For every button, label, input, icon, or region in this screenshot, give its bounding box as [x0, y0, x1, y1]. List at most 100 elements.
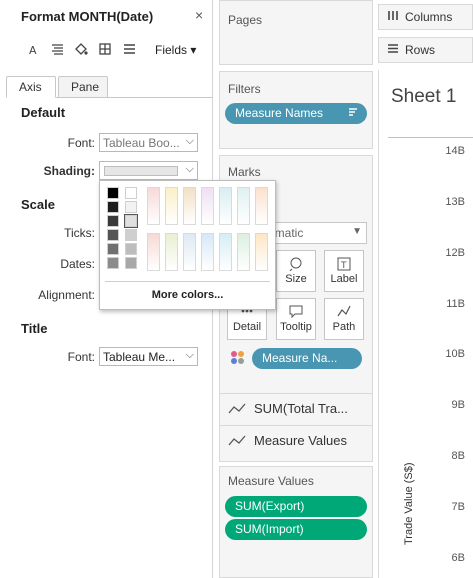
sheet-title[interactable]: Sheet 1: [391, 86, 457, 108]
color-swatch[interactable]: [107, 187, 119, 199]
measure-values-title: Measure Values: [228, 474, 314, 488]
marks-row-label: Measure Values: [254, 433, 347, 448]
align-icon[interactable]: [50, 42, 64, 56]
line-mark-icon: [228, 435, 246, 445]
color-swatch[interactable]: [255, 187, 268, 225]
chevron-down-icon: ⌵: [185, 163, 194, 175]
filter-pill-label: Measure Names: [235, 106, 324, 120]
measure-pill-sum-import[interactable]: SUM(Import): [225, 519, 367, 540]
scale-section-heading: Scale: [21, 197, 55, 212]
y-tick-label: 12B: [445, 247, 465, 259]
chevron-down-icon: ⌵: [185, 349, 194, 361]
title-font-label: Font:: [67, 350, 95, 364]
color-swatch[interactable]: [201, 233, 214, 271]
color-swatch[interactable]: [107, 257, 119, 269]
title-font-dropdown[interactable]: Tableau Me... ⌵: [99, 347, 198, 366]
color-swatch[interactable]: [125, 257, 137, 269]
shading-label: Shading:: [43, 164, 95, 178]
color-swatch[interactable]: [147, 233, 160, 271]
color-swatch[interactable]: [124, 214, 138, 228]
mark-size-button[interactable]: Size: [276, 250, 316, 292]
divider: [219, 425, 373, 426]
mark-path-label: Path: [332, 321, 356, 333]
format-pane-title: Format MONTH(Date): [21, 9, 154, 24]
axis-top-line: [388, 137, 473, 138]
line-mark-icon: [228, 403, 246, 413]
ticks-label: Ticks:: [64, 226, 95, 240]
color-swatch[interactable]: [107, 243, 119, 255]
default-section-heading: Default: [21, 105, 66, 120]
fields-dropdown[interactable]: Fields ▾: [155, 43, 196, 57]
mark-path-button[interactable]: Path: [324, 298, 364, 340]
mark-type-dropdown[interactable]: omatic ▼: [261, 222, 367, 244]
font-icon[interactable]: A: [26, 42, 40, 56]
divider: [219, 393, 373, 394]
marks-row-label: SUM(Total Tra...: [254, 401, 348, 416]
more-colors-link[interactable]: More colors...: [100, 289, 275, 301]
close-icon[interactable]: ×: [195, 7, 203, 23]
shading-color-preview: [104, 166, 178, 176]
color-swatch[interactable]: [237, 187, 250, 225]
color-swatch[interactable]: [255, 233, 268, 271]
y-tick-label: 7B: [451, 501, 465, 513]
mark-tooltip-button[interactable]: Tooltip: [276, 298, 316, 340]
y-tick-label: 8B: [451, 450, 465, 462]
color-swatch[interactable]: [107, 215, 119, 227]
font-label: Font:: [67, 136, 95, 150]
size-icon: [277, 257, 315, 272]
fields-label: Fields ▾: [155, 43, 197, 57]
shading-icon[interactable]: [74, 42, 88, 56]
color-swatch[interactable]: [183, 233, 196, 271]
marks-row-measure-values[interactable]: Measure Values: [228, 433, 347, 448]
filter-pill-measure-names[interactable]: Measure Names: [225, 103, 367, 124]
color-swatch[interactable]: [165, 233, 178, 271]
mark-detail-label: Detail: [232, 321, 262, 333]
color-swatch[interactable]: [201, 187, 214, 225]
color-swatch[interactable]: [125, 243, 137, 255]
pages-title: Pages: [228, 13, 263, 27]
chevron-down-icon: ▼: [352, 226, 362, 237]
mark-label-label: Label: [330, 273, 358, 285]
alignment-label: Alignment:: [38, 288, 95, 302]
sort-icon: [348, 107, 358, 120]
rows-icon: [387, 43, 399, 57]
y-tick-label: 6B: [451, 552, 465, 564]
lines-icon[interactable]: [122, 42, 136, 56]
color-pill-measure-names[interactable]: Measure Na...: [252, 348, 362, 369]
mark-label-button[interactable]: T Label: [324, 250, 364, 292]
format-tabs: Axis Pane: [6, 76, 213, 98]
color-swatch[interactable]: [125, 187, 137, 199]
marks-row-sum-total-trade[interactable]: SUM(Total Tra...: [228, 401, 348, 416]
shading-dropdown[interactable]: ⌵: [99, 161, 198, 180]
columns-shelf[interactable]: Columns: [378, 4, 473, 30]
color-swatch[interactable]: [219, 233, 232, 271]
pages-shelf[interactable]: Pages: [219, 0, 373, 65]
color-swatch[interactable]: [107, 229, 119, 241]
y-tick-label: 11B: [446, 298, 465, 310]
tab-pane[interactable]: Pane: [58, 76, 108, 98]
rows-shelf[interactable]: Rows: [378, 37, 473, 63]
format-toolbar: A: [26, 42, 136, 56]
font-dropdown-value: Tableau Boo...: [103, 136, 180, 150]
font-dropdown[interactable]: Tableau Boo... ⌵: [99, 133, 198, 152]
color-swatch[interactable]: [125, 229, 137, 241]
label-icon: T: [325, 257, 363, 271]
color-swatch[interactable]: [219, 187, 232, 225]
color-picker-popup: More colors...: [99, 180, 276, 310]
color-swatch[interactable]: [147, 187, 160, 225]
color-swatch[interactable]: [237, 233, 250, 271]
color-swatch[interactable]: [183, 187, 196, 225]
marks-title: Marks: [228, 165, 261, 179]
dates-label: Dates:: [60, 257, 95, 271]
tab-axis[interactable]: Axis: [6, 76, 56, 98]
borders-icon[interactable]: [98, 42, 112, 56]
color-swatch[interactable]: [165, 187, 178, 225]
color-swatch[interactable]: [107, 201, 119, 213]
measure-pill-sum-export[interactable]: SUM(Export): [225, 496, 367, 517]
y-axis-title[interactable]: Trade Value (S$): [403, 462, 415, 545]
columns-icon: [387, 10, 399, 24]
tooltip-icon: [277, 305, 315, 319]
color-swatch[interactable]: [125, 201, 137, 213]
worksheet-view: Sheet 1 14B 13B 12B 11B 10B 9B 8B 7B 6B …: [378, 70, 473, 578]
y-tick-label: 10B: [445, 348, 465, 360]
